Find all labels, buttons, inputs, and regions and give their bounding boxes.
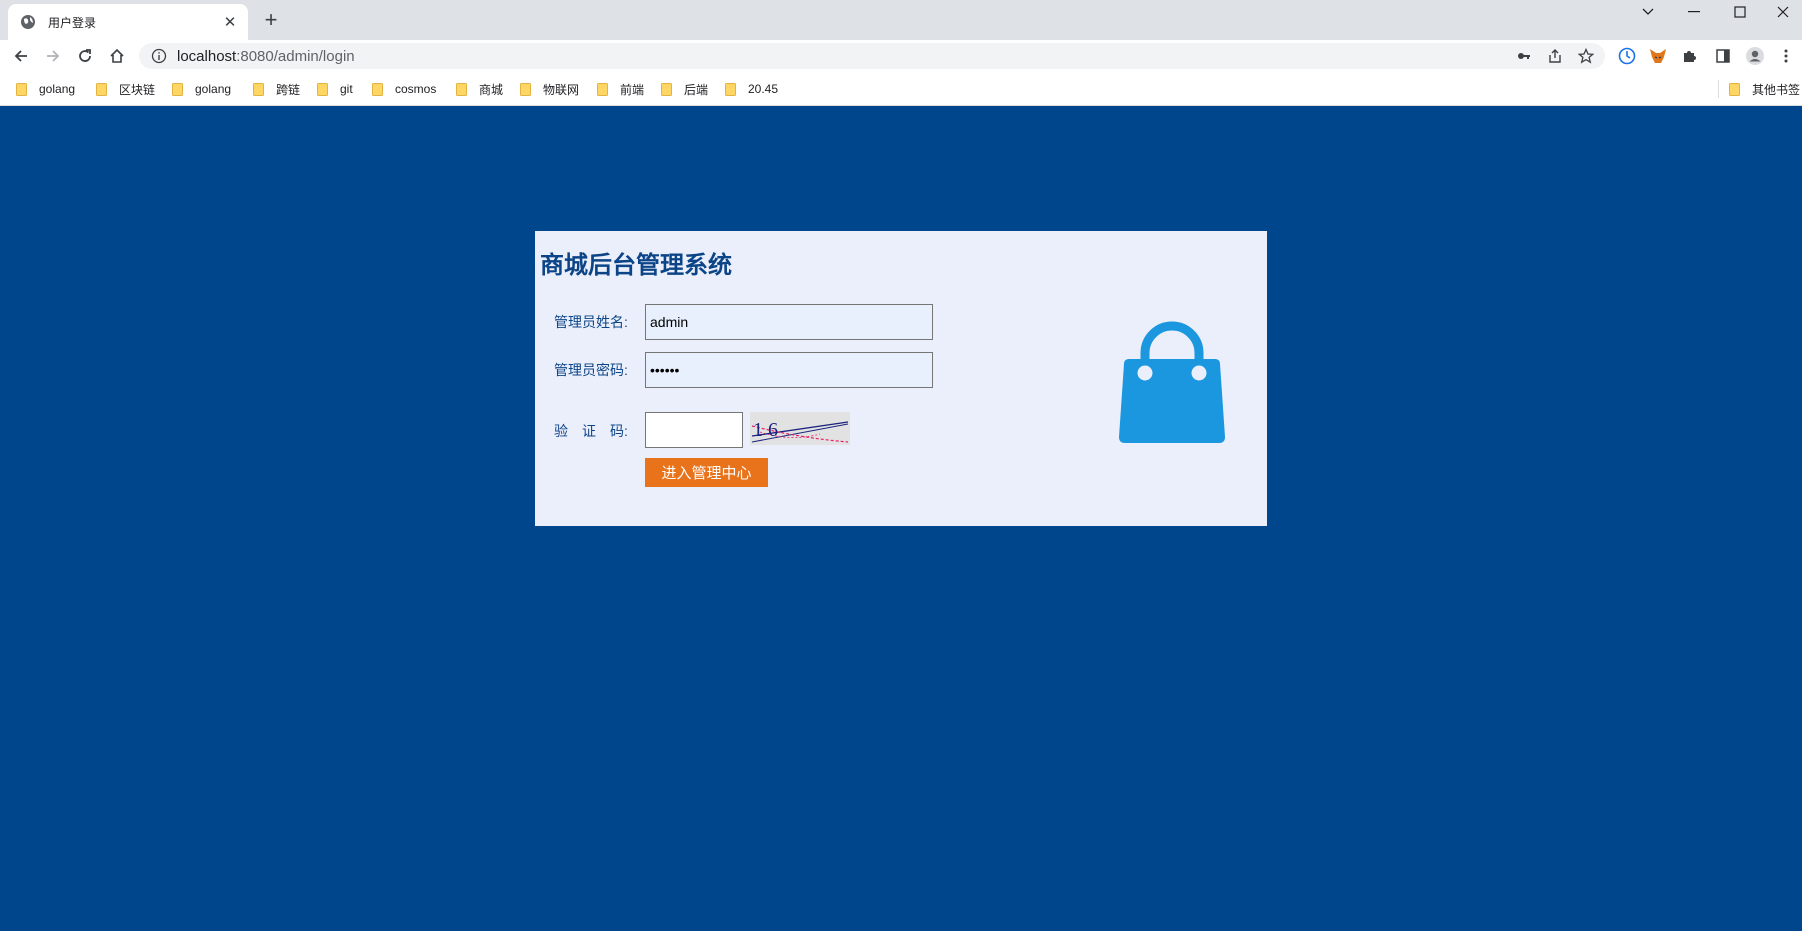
- home-button[interactable]: [105, 44, 129, 68]
- bookmark-git[interactable]: git: [317, 80, 353, 98]
- tab-title: 用户登录: [48, 15, 97, 30]
- minimize-button[interactable]: [1671, 0, 1717, 24]
- username-input[interactable]: [645, 304, 933, 340]
- side-panel-icon: [1716, 49, 1730, 63]
- folder-icon: [372, 82, 383, 96]
- forward-button[interactable]: [41, 44, 65, 68]
- stopwatch-icon: [1618, 47, 1636, 65]
- password-label: 管理员密码:: [554, 362, 628, 378]
- username-label: 管理员姓名:: [554, 314, 628, 330]
- url-host: localhost: [177, 47, 237, 65]
- reload-icon: [79, 49, 91, 62]
- folder-icon: [1729, 82, 1740, 96]
- bookmark-label: 物联网: [543, 82, 580, 97]
- bookmarks-bar: golang 区块链 golang 跨链 git cosmos 商城 物联网 前…: [0, 72, 1802, 106]
- folder-icon: [172, 82, 183, 96]
- new-tab-button[interactable]: +: [258, 8, 284, 34]
- bookmark-label: 其他书签: [1752, 82, 1801, 97]
- bookmark-golang-2[interactable]: golang: [172, 80, 231, 98]
- arrow-left-icon: [14, 50, 27, 62]
- bookmark-label: git: [340, 82, 353, 96]
- bookmarks-divider: [1718, 80, 1719, 98]
- folder-icon: [253, 82, 264, 96]
- bookmark-label: 前端: [620, 82, 645, 97]
- login-panel: 商城后台管理系统 管理员姓名: 管理员密码: 验 证 码: 1 6 进入管理中心: [535, 231, 1267, 526]
- bookmark-cosmos[interactable]: cosmos: [372, 80, 436, 98]
- bookmark-label: 商城: [479, 82, 504, 97]
- key-icon: [1518, 53, 1530, 59]
- extensions-button[interactable]: [1677, 44, 1701, 68]
- maximize-button[interactable]: [1717, 0, 1763, 24]
- fox-icon: [1650, 49, 1666, 63]
- share-icon: [1549, 49, 1561, 63]
- password-key-button[interactable]: [1512, 44, 1536, 68]
- timer-extension-button[interactable]: [1615, 44, 1639, 68]
- bookmark-blockchain[interactable]: 区块链: [96, 80, 155, 98]
- folder-icon: [725, 82, 736, 96]
- folder-icon: [456, 82, 467, 96]
- captcha-image[interactable]: 1 6: [750, 412, 850, 445]
- folder-icon: [661, 82, 672, 96]
- back-button[interactable]: [9, 44, 33, 68]
- side-panel-button[interactable]: [1711, 44, 1735, 68]
- shopping-bag-icon: [1119, 321, 1225, 443]
- url-text: localhost:8080/admin/login: [177, 48, 355, 65]
- bookmark-mall[interactable]: 商城: [456, 80, 503, 98]
- share-button[interactable]: [1543, 44, 1567, 68]
- bookmark-iot[interactable]: 物联网: [520, 80, 579, 98]
- bookmark-label: cosmos: [395, 82, 437, 96]
- password-input[interactable]: [645, 352, 933, 388]
- captcha-graphic: 1 6: [751, 419, 849, 443]
- address-bar[interactable]: localhost:8080/admin/login: [139, 43, 1605, 69]
- globe-icon: [21, 15, 35, 29]
- folder-icon: [317, 82, 328, 96]
- chevron-down-icon: [1642, 8, 1654, 15]
- close-tab-icon[interactable]: ✕: [222, 13, 238, 31]
- more-vertical-icon: [1784, 49, 1788, 63]
- star-icon: [1578, 48, 1594, 64]
- bookmark-label: 跨链: [276, 82, 301, 97]
- close-icon: [1777, 6, 1789, 18]
- bookmark-golang[interactable]: golang: [16, 80, 75, 98]
- arrow-right-icon: [47, 50, 60, 62]
- system-title: 商城后台管理系统: [540, 252, 732, 279]
- captcha-label: 验 证 码:: [554, 423, 628, 439]
- captcha-text: 1 6: [753, 419, 778, 441]
- other-bookmarks[interactable]: 其他书签: [1729, 80, 1800, 98]
- tab-strip: 用户登录 ✕ +: [0, 0, 1802, 40]
- close-window-button[interactable]: [1760, 0, 1802, 24]
- minimize-icon: [1688, 11, 1700, 13]
- folder-icon: [597, 82, 608, 96]
- folder-icon: [96, 82, 107, 96]
- bookmark-label: 20.45: [748, 82, 779, 96]
- info-icon[interactable]: [151, 48, 167, 64]
- bookmark-star-button[interactable]: [1574, 44, 1598, 68]
- url-path: :8080/admin/login: [236, 47, 355, 65]
- metamask-extension-button[interactable]: [1646, 44, 1670, 68]
- bookmark-label: golang: [195, 82, 232, 96]
- avatar-icon: [1746, 47, 1764, 65]
- login-submit-button[interactable]: 进入管理中心: [645, 458, 768, 487]
- reload-button[interactable]: [73, 44, 97, 68]
- bookmark-backend[interactable]: 后端: [661, 80, 708, 98]
- tab-user-login[interactable]: 用户登录 ✕: [8, 4, 248, 40]
- bookmark-label: 区块链: [119, 82, 156, 97]
- captcha-input[interactable]: [645, 412, 743, 448]
- profile-button[interactable]: [1743, 44, 1767, 68]
- folder-icon: [16, 82, 27, 96]
- bookmark-20-45[interactable]: 20.45: [725, 80, 778, 98]
- browser-toolbar: localhost:8080/admin/login: [0, 40, 1802, 72]
- bookmark-cross-chain[interactable]: 跨链: [253, 80, 300, 98]
- bookmark-label: 后端: [684, 82, 709, 97]
- home-icon: [110, 48, 124, 63]
- folder-icon: [520, 82, 531, 96]
- bookmark-label: golang: [39, 82, 76, 96]
- puzzle-icon: [1684, 51, 1696, 62]
- browser-menu-button[interactable]: [1774, 44, 1798, 68]
- bookmark-frontend[interactable]: 前端: [597, 80, 644, 98]
- maximize-icon: [1734, 6, 1746, 18]
- tab-search-button[interactable]: [1625, 0, 1671, 24]
